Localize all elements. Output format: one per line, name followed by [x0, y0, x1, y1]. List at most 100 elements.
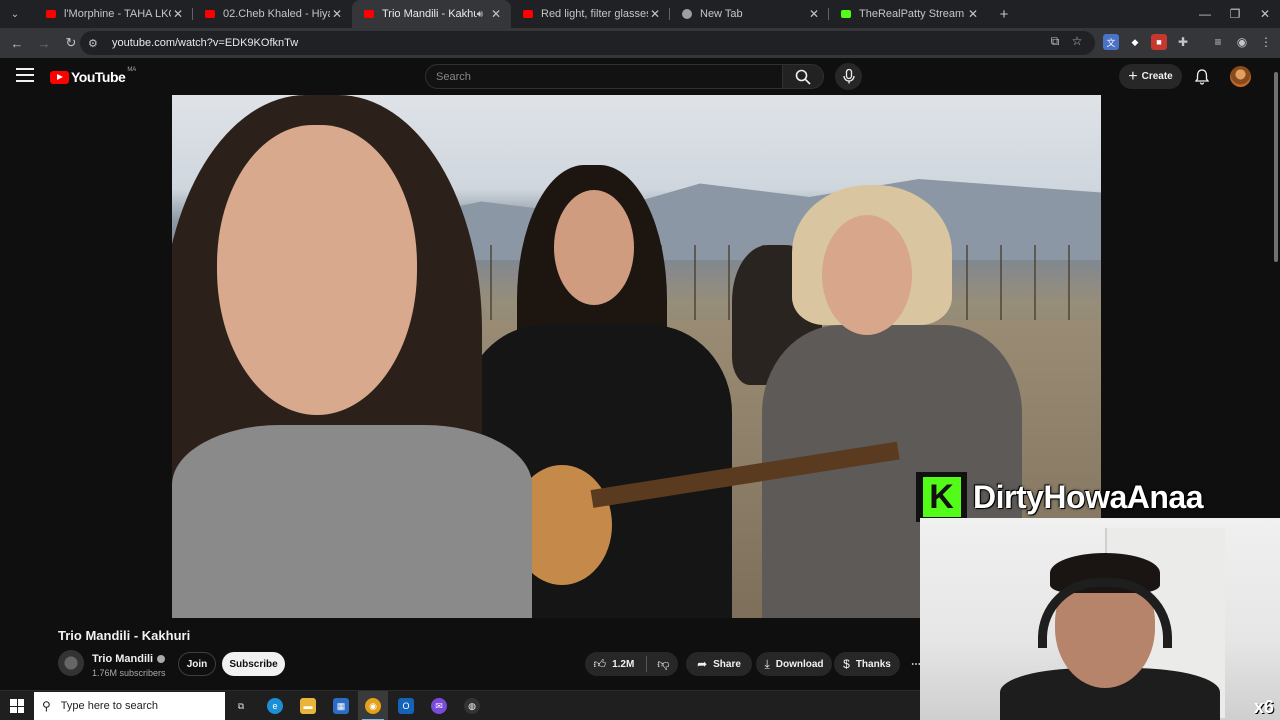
browser-tab-2[interactable]: 02.Cheb Khaled - Hiya Hiya (fe ✕: [193, 0, 352, 28]
like-dislike-group: 👍︎ 1.2M 👎︎: [585, 652, 678, 676]
download-label: Download: [775, 658, 824, 670]
red-extension-icon[interactable]: ■: [1151, 34, 1167, 50]
windows-start-icon[interactable]: [10, 699, 24, 713]
youtube-favicon-icon: [46, 10, 56, 18]
chrome-icon: ◉: [365, 698, 381, 714]
messenger-icon[interactable]: ✉: [431, 698, 447, 714]
forward-icon[interactable]: →: [32, 31, 56, 55]
browser-tab-6[interactable]: TheRealPatty Stream - Watch L ✕: [829, 0, 988, 28]
tab-title: l'Morphine - TAHA LKOBRA V3: [64, 8, 171, 20]
tab-title: 02.Cheb Khaled - Hiya Hiya (fe: [223, 8, 330, 20]
close-tab-icon[interactable]: ✕: [330, 7, 344, 21]
video-metadata: Trio Mandili - Kakhuri Trio Mandili 1.76…: [0, 618, 921, 690]
close-tab-icon[interactable]: ✕: [807, 7, 821, 21]
kick-favicon-icon: [841, 10, 851, 18]
browser-tab-3-active[interactable]: Trio Mandili - Kakhuri - You 🔊︎ ✕: [352, 0, 511, 28]
speaker-icon[interactable]: 🔊︎: [477, 9, 483, 20]
site-info-icon[interactable]: ⚙: [88, 37, 106, 50]
notifications-bell-icon[interactable]: [1192, 67, 1212, 87]
search-input[interactable]: Search: [425, 64, 783, 89]
subscriber-count: 1.76M subscribers: [92, 668, 166, 678]
logo-wordmark: YouTube: [71, 69, 126, 85]
thanks-dollar-icon: $: [843, 657, 850, 671]
account-avatar[interactable]: [1230, 66, 1251, 87]
video-frame-face: [217, 125, 417, 415]
create-label: Create: [1141, 71, 1173, 82]
tab-title: Red light, filter glasses, and bu: [541, 8, 648, 20]
channel-name-row[interactable]: Trio Mandili: [92, 653, 166, 665]
taskbar-search-input[interactable]: ⚲ Type here to search: [34, 692, 225, 720]
chrome-menu-icon[interactable]: ⋮: [1258, 34, 1274, 50]
task-view-icon[interactable]: ⧉: [233, 698, 249, 714]
chevron-down-icon: ⌄: [10, 8, 20, 20]
address-url[interactable]: youtube.com/watch?v=EDK9KOfknTw: [112, 37, 298, 49]
minimize-icon[interactable]: —: [1190, 0, 1220, 28]
download-button[interactable]: ⤓ Download: [756, 652, 832, 676]
screen: ⌄ l'Morphine - TAHA LKOBRA V3 ✕ 02.Cheb …: [0, 0, 1280, 720]
video-frame-singer-left: [172, 425, 532, 618]
like-count[interactable]: 1.2M: [612, 659, 634, 670]
browser-tab-1[interactable]: l'Morphine - TAHA LKOBRA V3 ✕: [34, 0, 193, 28]
browser-tab-5[interactable]: New Tab ✕: [670, 0, 829, 28]
back-icon[interactable]: ←: [5, 31, 29, 55]
taskbar-search-placeholder: Type here to search: [60, 700, 159, 712]
close-tab-icon[interactable]: ✕: [171, 7, 185, 21]
webcam-multiplier: x6: [1253, 697, 1274, 717]
new-tab-button[interactable]: +: [992, 6, 1016, 23]
youtube-logo[interactable]: YouTube MA: [50, 67, 137, 85]
globe-icon: [682, 9, 692, 19]
subscribe-button[interactable]: Subscribe: [222, 652, 285, 676]
share-label: Share: [713, 658, 741, 670]
voice-search-button[interactable]: [835, 63, 862, 90]
media-controls-icon[interactable]: ≡: [1210, 34, 1226, 50]
more-actions-icon[interactable]: ⋯: [906, 652, 926, 676]
channel-avatar[interactable]: [58, 650, 84, 676]
country-code: MA: [127, 67, 137, 73]
store-icon[interactable]: ▦: [333, 698, 349, 714]
chrome-taskbar-active[interactable]: ◉: [358, 691, 388, 720]
tab-title: Trio Mandili - Kakhuri - You: [382, 8, 477, 20]
diamond-extension-icon[interactable]: ◆: [1127, 34, 1143, 50]
page-scrollbar[interactable]: [1272, 58, 1280, 518]
kick-logo-icon: K: [916, 472, 967, 522]
search-button[interactable]: [782, 64, 824, 89]
share-button[interactable]: ➦ Share: [686, 652, 752, 676]
tab-search-button[interactable]: ⌄: [5, 4, 25, 24]
menu-hamburger-icon[interactable]: [16, 68, 34, 82]
youtube-favicon-icon: [364, 10, 374, 18]
tab-title: TheRealPatty Stream - Watch L: [859, 8, 966, 20]
restore-icon[interactable]: ❐: [1220, 0, 1250, 28]
like-divider: [646, 656, 648, 672]
outlook-icon[interactable]: O: [398, 698, 414, 714]
join-button[interactable]: Join: [178, 652, 216, 676]
obs-icon[interactable]: ◍: [464, 698, 480, 714]
extensions-puzzle-icon[interactable]: ✚: [1175, 34, 1191, 50]
stream-brand-overlay: K DirtyHowaAnaa: [916, 472, 1280, 522]
close-tab-icon[interactable]: ✕: [966, 7, 980, 21]
browser-toolbar: ← → ↻ ⚙ youtube.com/watch?v=EDK9KOfknTw …: [0, 28, 1280, 58]
edge-browser-icon[interactable]: e: [267, 698, 283, 714]
channel-name[interactable]: Trio Mandili: [92, 653, 153, 665]
microphone-icon: [842, 69, 855, 84]
streamer-webcam: x6: [920, 518, 1280, 720]
scrollbar-thumb[interactable]: [1274, 72, 1278, 262]
translate-extension-icon[interactable]: 文: [1103, 34, 1119, 50]
plus-icon: +: [1128, 67, 1138, 85]
close-tab-icon[interactable]: ✕: [648, 7, 662, 21]
verified-badge-icon: [157, 655, 166, 663]
close-tab-icon[interactable]: ✕: [489, 7, 503, 21]
address-bar[interactable]: ⚙ youtube.com/watch?v=EDK9KOfknTw: [80, 31, 1095, 55]
create-button[interactable]: + Create: [1119, 64, 1182, 89]
bookmark-star-icon[interactable]: ☆: [1067, 31, 1087, 51]
thanks-button[interactable]: $ Thanks: [834, 652, 900, 676]
streamer-name: DirtyHowaAnaa: [973, 478, 1204, 515]
thumbs-down-icon[interactable]: 👎︎: [657, 657, 669, 672]
thanks-label: Thanks: [855, 658, 891, 670]
thumbs-up-icon[interactable]: 👍︎: [594, 657, 607, 672]
profile-icon[interactable]: ◉: [1234, 34, 1250, 50]
file-explorer-icon[interactable]: ▬: [300, 698, 316, 714]
install-app-icon[interactable]: ⧉: [1045, 31, 1065, 51]
browser-tab-4[interactable]: Red light, filter glasses, and bu ✕: [511, 0, 670, 28]
youtube-play-icon: [50, 70, 69, 84]
close-window-icon[interactable]: ✕: [1250, 0, 1280, 28]
